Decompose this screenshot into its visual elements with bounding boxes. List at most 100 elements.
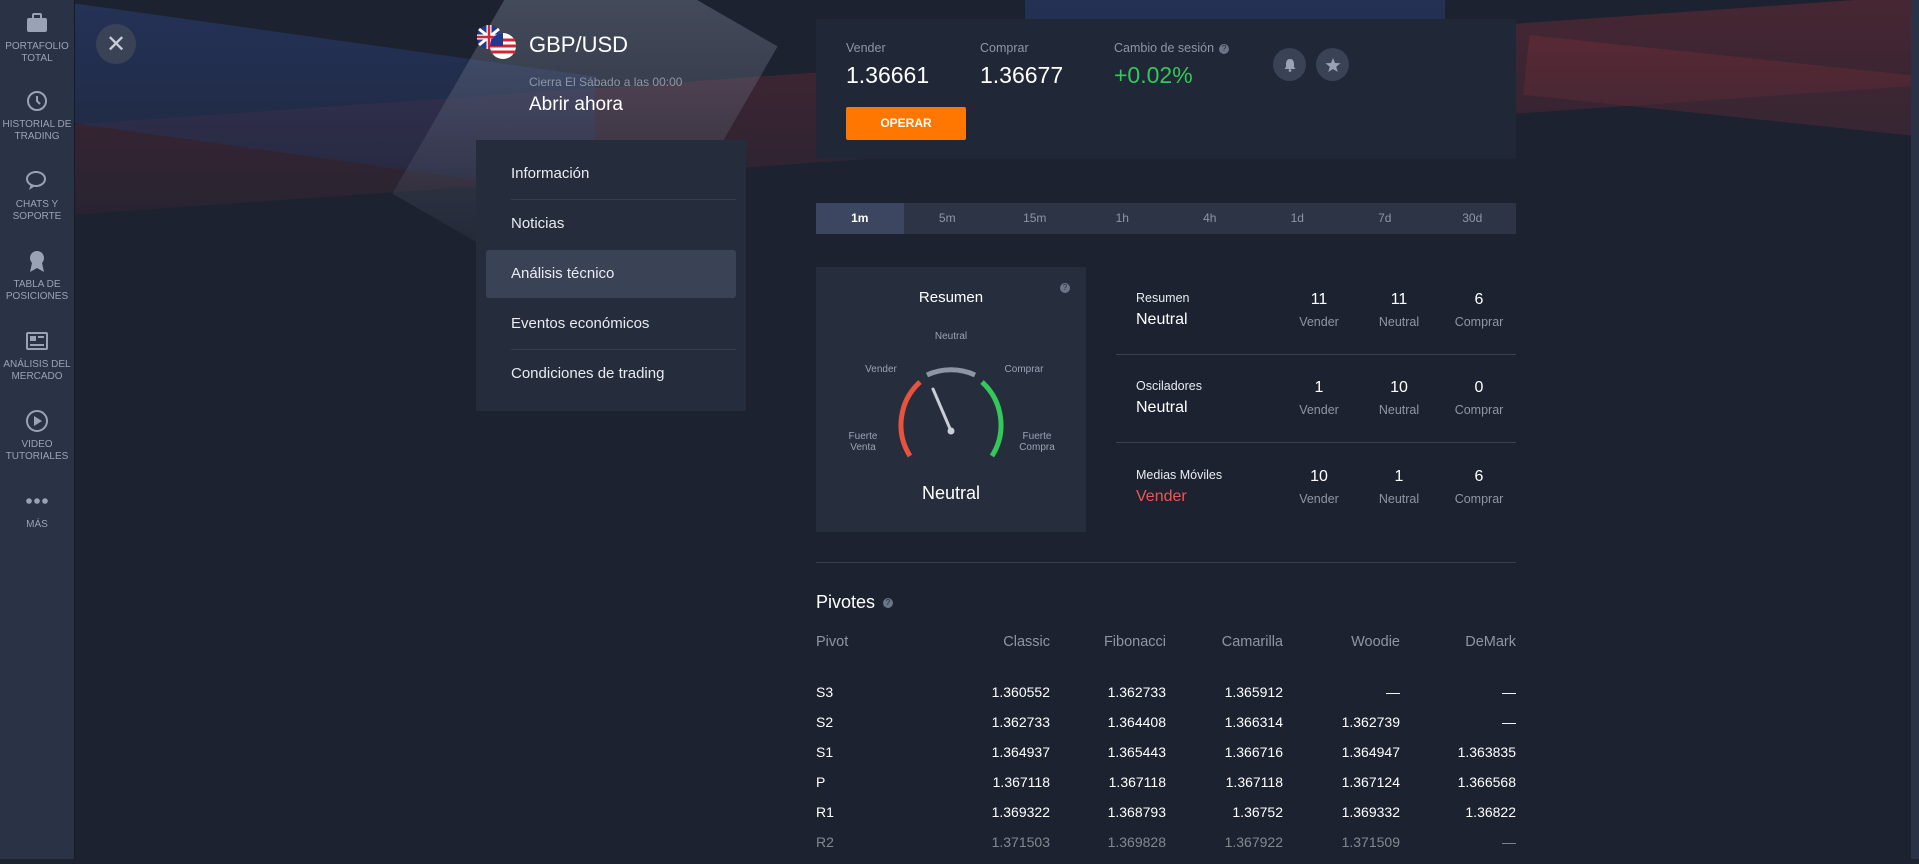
menu-item-news[interactable]: Noticias: [486, 200, 736, 248]
table-cell: 1.365443: [1107, 744, 1166, 760]
sidebar-item-market-analysis[interactable]: ANÁLISIS DEL MERCADO: [0, 328, 74, 383]
close-button[interactable]: ✕: [96, 24, 136, 64]
favorite-button[interactable]: [1316, 48, 1349, 81]
column-header: Woodie: [1351, 634, 1400, 650]
scrollbar[interactable]: [1911, 0, 1919, 859]
table-cell: 1.369828: [1107, 834, 1166, 850]
summary-gauge-card: Resumen ? Neutral Vender Comprar Fuerte …: [816, 267, 1086, 532]
table-cell: 1.369332: [1341, 804, 1400, 820]
gauge-needle-pivot: [947, 427, 955, 435]
table-row: S2 1.362733 1.364408 1.366314 1.362739 —: [816, 714, 1516, 744]
tab-15m[interactable]: 15m: [991, 203, 1079, 234]
newspaper-icon: [24, 328, 50, 354]
sell-count: 10: [1310, 468, 1328, 485]
gauge-label-strong-buy: Fuerte Compra: [1012, 431, 1062, 453]
table-cell: —: [1502, 834, 1516, 850]
column-header: Camarilla: [1221, 634, 1283, 650]
table-cell: 1.367922: [1224, 834, 1283, 850]
sidebar-item-history[interactable]: HISTORIAL DE TRADING: [0, 88, 74, 143]
table-cell: 1.36822: [1465, 804, 1516, 820]
tab-5m[interactable]: 5m: [904, 203, 992, 234]
session-change-label-text: Cambio de sesión: [1114, 41, 1215, 55]
table-cell: 1.364937: [991, 744, 1050, 760]
asset-info-menu: Información Noticias Análisis técnico Ev…: [476, 140, 746, 411]
column-header: Pivot: [816, 634, 849, 650]
table-cell: —: [1386, 684, 1400, 700]
play-icon: [24, 408, 50, 434]
trade-button[interactable]: OPERAR: [846, 107, 966, 140]
menu-item-economic-events[interactable]: Eventos económicos: [486, 300, 736, 348]
sidebar-item-label: VIDEO: [21, 439, 53, 450]
tab-30d[interactable]: 30d: [1429, 203, 1517, 234]
neutral-label: Neutral: [1378, 492, 1420, 506]
buy-label: Comprar: [1454, 492, 1504, 506]
table-cell: 1.36752: [1232, 804, 1283, 820]
row-divider: [1116, 442, 1516, 443]
help-icon[interactable]: ?: [1219, 43, 1230, 54]
table-row: P 1.367118 1.367118 1.367118 1.367124 1.…: [816, 774, 1516, 804]
sidebar-item-more[interactable]: MÁS: [0, 488, 74, 531]
neutral-count: 11: [1390, 291, 1408, 308]
menu-item-technical-analysis[interactable]: Análisis técnico: [486, 250, 736, 298]
table-cell: 1.367118: [1108, 774, 1166, 790]
open-now-link[interactable]: Abrir ahora: [529, 94, 623, 116]
tab-1d[interactable]: 1d: [1254, 203, 1342, 234]
buy-label: Comprar: [1454, 403, 1504, 417]
table-cell: 1.364947: [1341, 744, 1400, 760]
award-icon: [24, 248, 50, 274]
sidebar-item-chats[interactable]: CHATS Y SOPORTE: [0, 168, 74, 223]
column-header: Classic: [1003, 634, 1050, 650]
session-change-label: Cambio de sesión?: [1114, 41, 1230, 55]
table-cell: R1: [816, 804, 834, 820]
page-title: GBP/USD: [529, 32, 629, 57]
gauge-needle: [931, 387, 953, 433]
bell-icon: [1284, 58, 1295, 72]
table-cell: 1.362733: [991, 714, 1050, 730]
table-row: S3 1.360552 1.362733 1.365912 — —: [816, 684, 1516, 714]
table-cell: —: [1502, 684, 1516, 700]
sidebar-item-video-tutorials[interactable]: VIDEO TUTORIALES: [0, 408, 74, 463]
table-cell: —: [1502, 714, 1516, 730]
menu-item-information[interactable]: Información: [486, 150, 736, 198]
summary-row-status: Neutral: [1136, 311, 1188, 328]
alert-button[interactable]: [1273, 48, 1306, 81]
gauge-arc-neutral: [925, 367, 977, 378]
table-row: R1 1.369322 1.368793 1.36752 1.369332 1.…: [816, 804, 1516, 834]
sidebar-item-label: CHATS Y: [15, 199, 59, 210]
gauge-label-strong-buy-line1: Fuerte: [1022, 431, 1052, 442]
table-cell: 1.366314: [1224, 714, 1283, 730]
table-cell: 1.367118: [1225, 774, 1283, 790]
buy-count: 0: [1474, 379, 1484, 396]
summary-row-oscillators: Osciladores Neutral 1 Vender 10 Neutral 0 C…: [1116, 355, 1516, 443]
sidebar-item-portfolio[interactable]: PORTAFOLIO TOTAL: [0, 10, 74, 65]
sidebar-item-label: MERCADO: [11, 371, 63, 382]
sidebar-item-label: TUTORIALES: [5, 451, 69, 462]
summary-row-status: Neutral: [1136, 399, 1188, 416]
briefcase-icon: [24, 10, 50, 36]
gauge-result: Neutral: [921, 483, 981, 503]
sidebar-item-leaderboard[interactable]: TABLA DE POSICIONES: [0, 248, 74, 303]
buy-price-label: Comprar: [980, 41, 1029, 55]
pivots-title-text: Pivotes: [816, 592, 876, 612]
table-row: R2 1.371503 1.369828 1.367922 1.371509 —: [816, 834, 1516, 864]
tab-4h[interactable]: 4h: [1166, 203, 1254, 234]
sell-count: 1: [1314, 379, 1324, 396]
menu-item-trading-conditions[interactable]: Condiciones de trading: [486, 350, 736, 398]
tab-1h[interactable]: 1h: [1079, 203, 1167, 234]
sidebar: PORTAFOLIO TOTAL HISTORIAL DE TRADING CH…: [0, 0, 75, 859]
tab-7d[interactable]: 7d: [1341, 203, 1429, 234]
close-icon: ✕: [105, 30, 127, 58]
sidebar-item-label: TRADING: [14, 131, 60, 142]
help-icon[interactable]: ?: [883, 598, 894, 609]
sidebar-item-label: POSICIONES: [5, 291, 69, 302]
tab-1m[interactable]: 1m: [816, 203, 904, 234]
table-cell: P: [816, 774, 826, 790]
more-icon: [24, 488, 50, 514]
gauge-title: Resumen: [918, 289, 984, 306]
table-cell: 1.369322: [991, 804, 1050, 820]
help-icon[interactable]: ?: [1060, 283, 1070, 293]
summary-row-name: Osciladores: [1136, 379, 1202, 393]
gauge-arc-buy: [980, 380, 1004, 458]
table-row: S1 1.364937 1.365443 1.366716 1.364947 1…: [816, 744, 1516, 774]
column-header: DeMark: [1465, 634, 1516, 650]
